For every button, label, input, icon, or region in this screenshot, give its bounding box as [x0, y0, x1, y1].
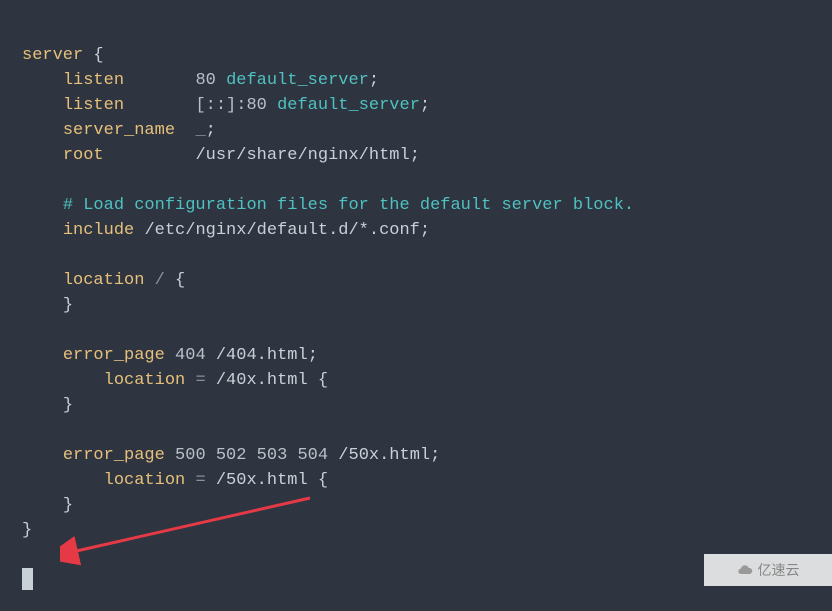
brace: }: [22, 521, 32, 540]
semicolon: ;: [420, 96, 430, 115]
path: /404.html: [216, 346, 308, 365]
path: /usr/share/nginx/html: [195, 146, 409, 165]
comment: # Load configuration files for the defau…: [63, 196, 634, 215]
brace: }: [63, 496, 73, 515]
port: 80: [246, 96, 266, 115]
keyword-server-name: server_name: [63, 121, 175, 140]
brace: {: [175, 271, 185, 290]
brace: {: [318, 471, 328, 490]
code504: 504: [297, 446, 328, 465]
keyword-server: server: [22, 46, 83, 65]
keyword-listen: listen: [63, 96, 124, 115]
keyword-root: root: [63, 146, 104, 165]
brace: {: [318, 371, 328, 390]
text-cursor: [22, 568, 33, 590]
keyword-default-server: default_server: [226, 71, 369, 90]
slash: /: [155, 271, 165, 290]
semicolon: ;: [410, 146, 420, 165]
path: /40x.html: [216, 371, 308, 390]
code-editor[interactable]: server { listen 80 default_server; liste…: [0, 0, 832, 611]
keyword-location: location: [104, 371, 186, 390]
keyword-location: location: [104, 471, 186, 490]
keyword-error-page: error_page: [63, 346, 165, 365]
keyword-listen: listen: [63, 71, 124, 90]
semicolon: ;: [420, 221, 430, 240]
keyword-error-page: error_page: [63, 446, 165, 465]
keyword-location: location: [63, 271, 145, 290]
semicolon: ;: [369, 71, 379, 90]
path: /50x.html: [216, 471, 308, 490]
keyword-include: include: [63, 221, 134, 240]
keyword-default-server: default_server: [277, 96, 420, 115]
underscore: _: [195, 121, 205, 140]
code503: 503: [257, 446, 288, 465]
semicolon: ;: [206, 121, 216, 140]
cloud-icon: [737, 562, 753, 578]
code502: 502: [216, 446, 247, 465]
watermark-badge: 亿速云: [704, 554, 832, 586]
path: /etc/nginx/default.d/*.conf: [144, 221, 419, 240]
port: 80: [195, 71, 215, 90]
code404: 404: [175, 346, 206, 365]
semicolon: ;: [430, 446, 440, 465]
ipv6: [::]:: [195, 96, 246, 115]
path: /50x.html: [338, 446, 430, 465]
brace: }: [63, 296, 73, 315]
code500: 500: [175, 446, 206, 465]
watermark-text: 亿速云: [758, 558, 800, 583]
eq: =: [195, 471, 205, 490]
brace: }: [63, 396, 73, 415]
eq: =: [195, 371, 205, 390]
brace: {: [93, 46, 103, 65]
semicolon: ;: [308, 346, 318, 365]
